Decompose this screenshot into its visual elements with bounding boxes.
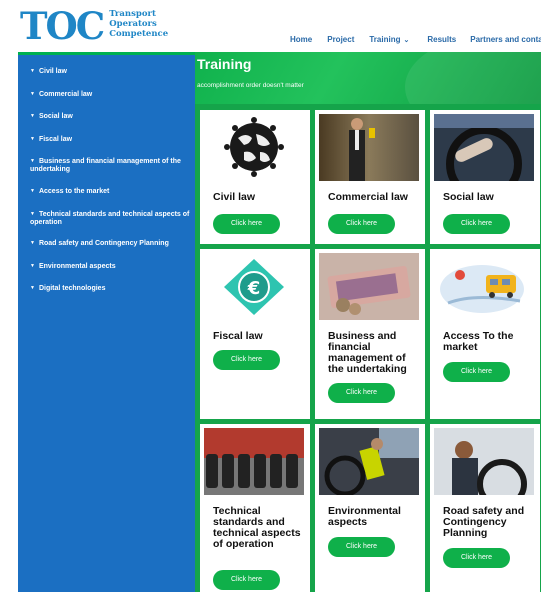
click-here-button[interactable]: Click here [328, 383, 395, 403]
triangle-down-icon: ▼ [30, 136, 35, 142]
triangle-down-icon: ▼ [30, 91, 35, 97]
card-title: Access To the market [443, 330, 514, 353]
sidebar-item-technical-standards[interactable]: ▼ Technical standards and technical aspec… [30, 210, 190, 227]
card-title: Civil law [213, 191, 256, 203]
businessman-image [319, 114, 419, 181]
card-fiscal-law: € Fiscal law Click here [200, 249, 310, 419]
driver-image [319, 428, 419, 495]
logo-text: Transport Operators Competence [109, 9, 169, 39]
sidebar-item-fiscal-law[interactable]: ▼ Fiscal law [30, 135, 190, 144]
svg-text:€: € [247, 278, 261, 299]
triangle-down-icon: ▼ [30, 211, 35, 217]
nav-project[interactable]: Project [327, 35, 354, 44]
nav-results[interactable]: Results [427, 35, 456, 44]
click-here-button[interactable]: Click here [443, 214, 510, 234]
sidebar-item-digital[interactable]: ▼ Digital technologies [30, 284, 190, 293]
card-title: Commercial law [328, 191, 408, 203]
click-here-button[interactable]: Click here [328, 537, 395, 557]
sidebar-item-access-market[interactable]: ▼ Access to the market [30, 187, 190, 196]
woman-driver-image [434, 428, 534, 495]
sidebar-item-social-law[interactable]: ▼ Social law [30, 112, 190, 121]
click-here-button[interactable]: Click here [213, 570, 280, 590]
card-civil-law: Civil law Click here [200, 110, 310, 244]
click-here-button[interactable]: Click here [328, 214, 395, 234]
triangle-down-icon: ▼ [30, 240, 35, 246]
truck-wheels-image [204, 428, 304, 495]
globe-image [204, 114, 304, 181]
training-sidebar: ▼ Civil law ▼ Commercial law ▼ Social law ▼… [18, 52, 195, 592]
logo-mark: TOC [20, 4, 105, 48]
card-title: Road safety and Contingency Planning [443, 505, 525, 539]
main-content: Training accomplishment order doesn't ma… [195, 52, 541, 592]
card-title: Environmental aspects [328, 505, 401, 528]
bus-map-image [434, 253, 534, 320]
triangle-down-icon: ▼ [30, 285, 35, 291]
triangle-down-icon: ▼ [30, 68, 35, 74]
chevron-down-icon: ⌄ [403, 37, 410, 44]
toc-logo[interactable]: TOC Transport Operators Competence [20, 6, 168, 46]
click-here-button[interactable]: Click here [213, 214, 280, 234]
card-technical-standards: Technical standards and technical aspect… [200, 424, 310, 592]
sidebar-item-business-management[interactable]: ▼ Business and financial management of th… [30, 157, 190, 174]
card-social-law: Social law Click here [430, 110, 540, 244]
site-header: TOC Transport Operators Competence Home … [0, 0, 541, 52]
training-banner: Training accomplishment order doesn't ma… [195, 52, 541, 104]
card-road-safety: Road safety and Contingency Planning Cli… [430, 424, 540, 592]
nav-partners[interactable]: Partners and contacts [470, 35, 541, 44]
click-here-button[interactable]: Click here [213, 350, 280, 370]
card-title: Business and financial management of the… [328, 330, 407, 375]
sidebar-item-road-safety[interactable]: ▼ Road safety and Contingency Planning [30, 239, 190, 248]
sidebar-item-environmental[interactable]: ▼ Environmental aspects [30, 262, 190, 271]
triangle-down-icon: ▼ [30, 263, 35, 269]
main-nav: Home Project Training ⌄ Results Partners … [290, 35, 541, 44]
nav-training[interactable]: Training ⌄ [369, 35, 409, 44]
triangle-down-icon: ▼ [30, 158, 35, 164]
nav-home[interactable]: Home [290, 35, 312, 44]
steering-wheel-image [434, 114, 534, 181]
sidebar-item-civil-law[interactable]: ▼ Civil law [30, 67, 190, 76]
card-title: Fiscal law [213, 330, 263, 342]
card-access-market: Access To the market Click here [430, 249, 540, 419]
triangle-down-icon: ▼ [30, 113, 35, 119]
card-environmental: Environmental aspects Click here [315, 424, 425, 592]
card-business-management: Business and financial management of the… [315, 249, 425, 419]
sidebar-item-commercial-law[interactable]: ▼ Commercial law [30, 90, 190, 99]
page-title: Training [197, 56, 252, 72]
euro-image: € [204, 253, 304, 320]
card-commercial-law: Commercial law Click here [315, 110, 425, 244]
click-here-button[interactable]: Click here [443, 548, 510, 568]
click-here-button[interactable]: Click here [443, 362, 510, 382]
card-title: Social law [443, 191, 494, 203]
triangle-down-icon: ▼ [30, 188, 35, 194]
page-subtitle: accomplishment order doesn't matter [197, 82, 304, 89]
money-image [319, 253, 419, 320]
card-title: Technical standards and technical aspect… [213, 505, 301, 550]
